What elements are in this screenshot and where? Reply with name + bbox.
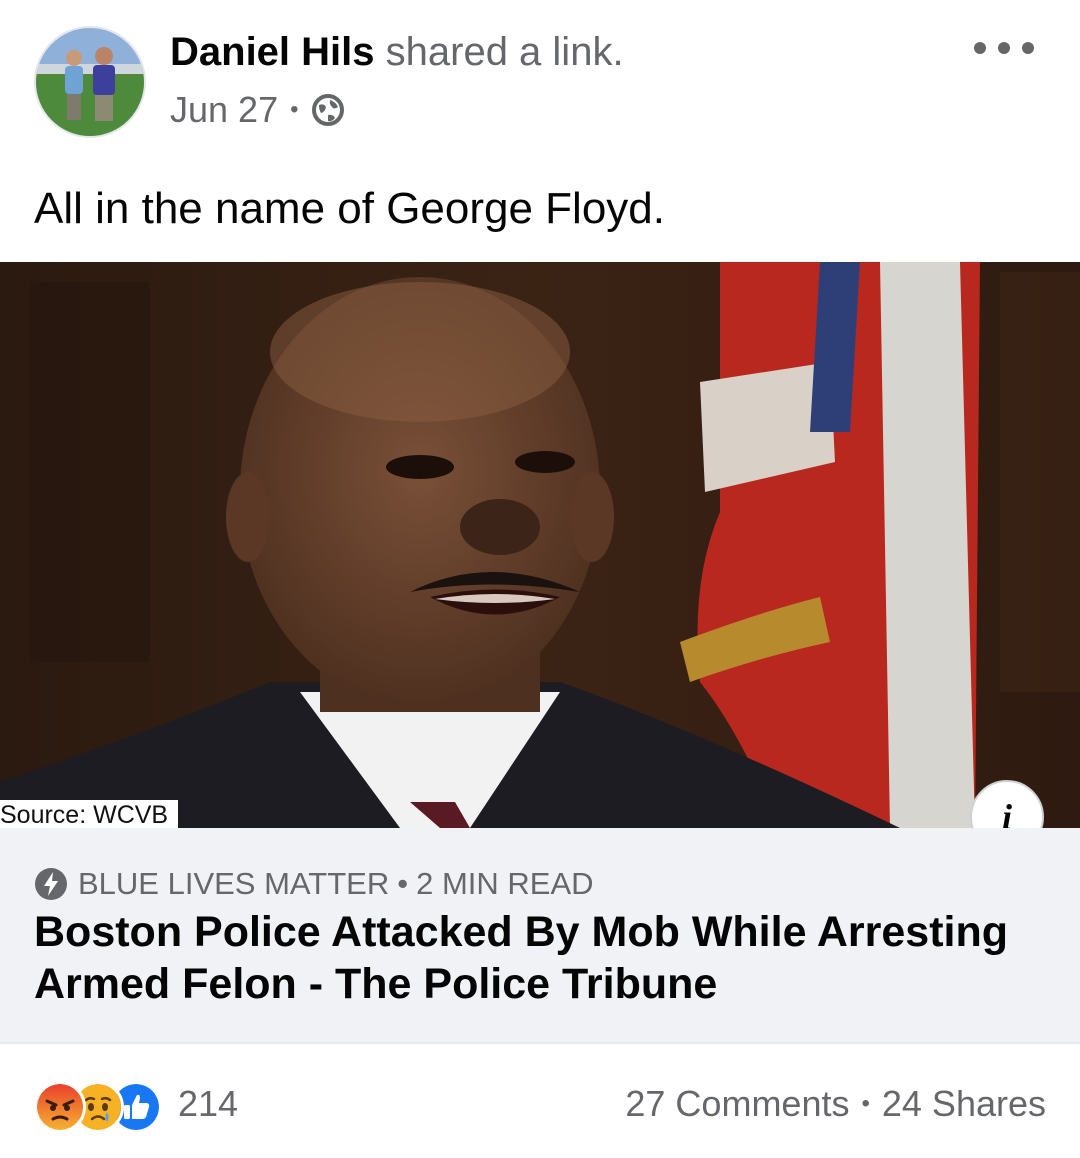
- reaction-icons[interactable]: [34, 1081, 162, 1133]
- link-preview-image[interactable]: [0, 262, 1080, 828]
- post-date[interactable]: Jun 27: [170, 88, 278, 132]
- globe-icon: [311, 94, 344, 126]
- author-avatar[interactable]: [34, 26, 146, 138]
- more-options-icon-dot: [998, 42, 1010, 54]
- author-name[interactable]: Daniel Hils: [170, 30, 375, 74]
- shares-count[interactable]: 24 Shares: [882, 1082, 1046, 1126]
- more-options-icon: [974, 42, 986, 54]
- post-caption: All in the name of George Floyd.: [34, 184, 665, 233]
- link-title: Boston Police Attacked By Mob While Arre…: [34, 908, 1008, 1008]
- author-line: Daniel Hils shared a link.: [170, 28, 624, 76]
- post-meta: Jun 27 •: [170, 88, 345, 132]
- post-stats: 27 Comments • 24 Shares: [625, 1082, 1046, 1126]
- avatar-photo: [36, 28, 144, 136]
- more-options-button[interactable]: [974, 30, 1034, 66]
- lightning-bolt-icon: [35, 868, 67, 900]
- link-preview-card[interactable]: BLUE LIVES MATTER • 2 MIN READ Boston Po…: [0, 828, 1080, 1042]
- angry-reaction-icon: [34, 1081, 86, 1133]
- link-domain-line: BLUE LIVES MATTER • 2 MIN READ: [34, 866, 594, 902]
- preview-photo: [0, 262, 1080, 828]
- link-domain: BLUE LIVES MATTER: [78, 866, 390, 901]
- post-header: Daniel Hils shared a link. Jun 27 •: [0, 0, 1080, 150]
- action-text: shared a link.: [385, 30, 624, 74]
- more-options-icon-dot: [1022, 42, 1034, 54]
- reaction-count[interactable]: 214: [178, 1082, 238, 1126]
- stats-separator: •: [861, 1090, 870, 1117]
- comments-count[interactable]: 27 Comments: [625, 1082, 849, 1126]
- domain-separator: •: [397, 866, 409, 901]
- image-source-label: Source: WCVB: [0, 800, 179, 829]
- footer-divider: [0, 1042, 1080, 1044]
- read-time: 2 MIN READ: [416, 866, 594, 901]
- post-footer: 214 27 Comments • 24 Shares: [0, 1070, 1080, 1140]
- meta-separator: •: [290, 96, 299, 123]
